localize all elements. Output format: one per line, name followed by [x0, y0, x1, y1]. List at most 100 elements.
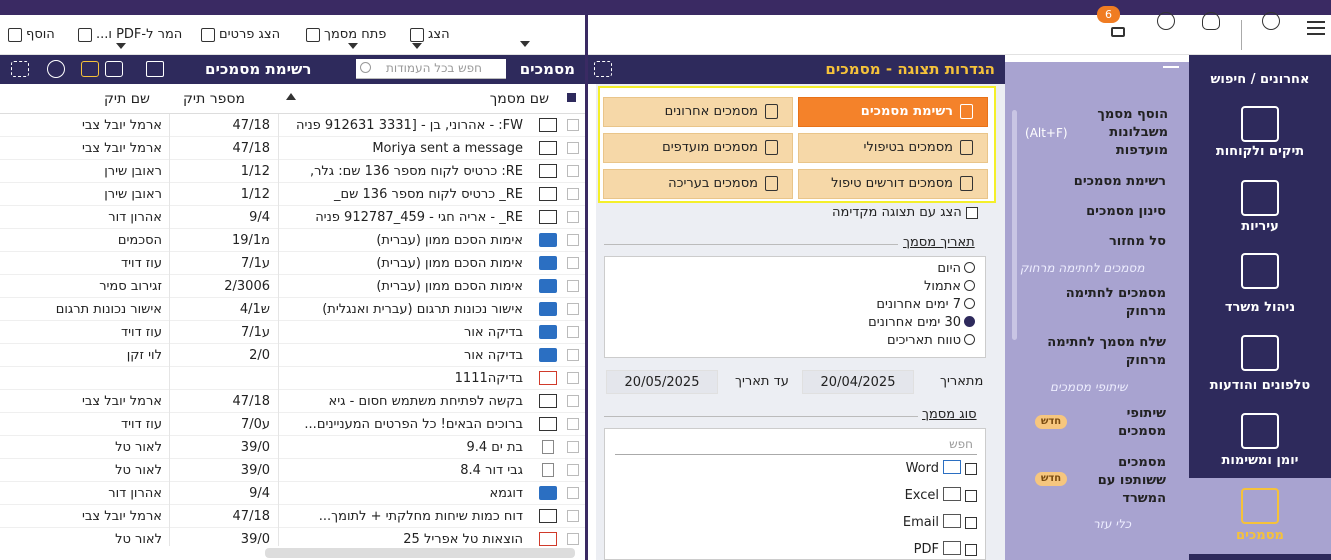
type-email[interactable]: Email: [903, 514, 977, 530]
type-excel[interactable]: Excel: [905, 487, 977, 503]
row-checkbox[interactable]: [567, 533, 579, 545]
menu-filter-documents[interactable]: סינון מסמכים: [1040, 203, 1166, 221]
preview-option[interactable]: הצג עם תצוגה מקדימה: [832, 205, 978, 220]
table-row[interactable]: FW: - אהרוני, בן - [3331 912631 פניה 47/1…: [0, 114, 585, 137]
search-all-columns-input[interactable]: חפש בכל העמודות: [356, 59, 506, 79]
row-checkbox[interactable]: [567, 395, 579, 407]
table-row[interactable]: Moriya sent a message 47/18 ארמל יובל צבי: [0, 137, 585, 160]
menu-share-documents[interactable]: שיתופי מסמכים: [1100, 405, 1166, 441]
type-excel-checkbox[interactable]: [965, 489, 977, 502]
table-row[interactable]: RE_ כרטיס לקוח מספר 136 שם_ 1/12 ראובן שיר…: [0, 183, 585, 206]
table-row[interactable]: בת ים 9.4 39/0 לאור טל: [0, 436, 585, 459]
app-nav-phones-messages[interactable]: טלפונים והודעות: [1189, 378, 1331, 393]
type-email-checkbox[interactable]: [965, 516, 977, 529]
row-checkbox[interactable]: [567, 510, 579, 522]
tile-favorite-documents[interactable]: מסמכים מועדפים: [603, 133, 793, 163]
app-nav-recent-search[interactable]: אחרונים / חיפוש: [1189, 72, 1331, 87]
tile-editing-documents[interactable]: מסמכים בעריכה: [603, 169, 793, 199]
date-option-today[interactable]: היום: [937, 261, 975, 276]
table-row[interactable]: בדיקה אור 2/0 לוי זקן: [0, 344, 585, 367]
row-checkbox[interactable]: [567, 234, 579, 246]
row-checkbox[interactable]: [567, 142, 579, 154]
tile-recent-documents[interactable]: מסמכים אחרונים: [603, 97, 793, 127]
radio-yesterday[interactable]: [964, 280, 975, 291]
app-nav-diary-tasks[interactable]: יומן ומשימות: [1189, 453, 1331, 468]
show-details-button[interactable]: הצג פרטים: [201, 27, 280, 42]
table-row[interactable]: דוגמא 9/4 אהרון דור: [0, 482, 585, 505]
table-row[interactable]: דוח כמות שיחות מחלקתי + לתומך... 47/18 ארמ…: [0, 505, 585, 528]
row-checkbox[interactable]: [567, 165, 579, 177]
radio-30-days[interactable]: [964, 316, 975, 327]
menu-shared-with-office[interactable]: מסמכים ששותפו עם המשרד: [1090, 454, 1166, 508]
table-row[interactable]: אימות הסכם ממון (עברית) מ19/1 הסכמים: [0, 229, 585, 252]
table-row[interactable]: בדיקה1111: [0, 367, 585, 390]
date-option-yesterday[interactable]: אתמול: [924, 279, 975, 294]
sort-ascending-icon[interactable]: [286, 93, 296, 100]
preview-checkbox[interactable]: [965, 206, 978, 219]
table-row[interactable]: אימות הסכם ממון (עברית) ע7/1 עוז דויד: [0, 252, 585, 275]
horizontal-scrollbar[interactable]: [265, 548, 575, 558]
date-option-7-days[interactable]: 7 ימים אחרונים: [876, 297, 975, 312]
unpin-icon[interactable]: [1163, 66, 1179, 82]
show-dropdown-caret[interactable]: [412, 43, 422, 49]
column-header-case-number[interactable]: מספר תיק: [183, 91, 245, 107]
select-all-checkbox[interactable]: [567, 93, 576, 102]
user-icon[interactable]: [1157, 12, 1175, 30]
settings-fullscreen-icon[interactable]: [594, 61, 612, 77]
app-nav-office-management[interactable]: ניהול משרד: [1189, 300, 1331, 315]
column-header-doc-name[interactable]: שם מסמך: [490, 91, 549, 107]
row-checkbox[interactable]: [567, 441, 579, 453]
table-row[interactable]: אימות הסכם ממון (עברית) 2/3006 זגירוב סמיר: [0, 275, 585, 298]
table-row[interactable]: RE: כרטיס לקוח מספר 136 שם: גלר, 1/12 ראוב…: [0, 160, 585, 183]
submenu-scrollbar[interactable]: [1012, 110, 1017, 340]
type-search-input[interactable]: חפש: [615, 435, 977, 455]
collapse-toolbar-icon[interactable]: [520, 41, 530, 47]
radio-today[interactable]: [964, 262, 975, 273]
row-checkbox[interactable]: [567, 188, 579, 200]
convert-pdf-button[interactable]: המר ל-PDF ו...: [78, 27, 182, 42]
menu-document-list[interactable]: רשימת מסמכים: [1040, 173, 1166, 191]
export-icon[interactable]: [146, 61, 164, 77]
radio-range[interactable]: [964, 334, 975, 345]
row-checkbox[interactable]: [567, 303, 579, 315]
app-nav-documents-active[interactable]: מסמכים: [1189, 478, 1331, 554]
tile-in-my-treatment[interactable]: מסמכים בטיפולי: [798, 133, 988, 163]
fullscreen-icon[interactable]: [11, 61, 29, 77]
table-row[interactable]: גבי דור 8.4 39/0 לאור טל: [0, 459, 585, 482]
row-checkbox[interactable]: [567, 211, 579, 223]
menu-recycle-bin[interactable]: סל מחזור: [1040, 233, 1166, 251]
menu-remote-sign-documents[interactable]: מסמכים לחתימה מרחוק: [1055, 285, 1166, 321]
row-checkbox[interactable]: [567, 372, 579, 384]
hamburger-menu-icon[interactable]: [1307, 27, 1325, 29]
row-checkbox[interactable]: [567, 349, 579, 361]
to-date-input[interactable]: 20/05/2025: [606, 370, 718, 394]
row-checkbox[interactable]: [567, 464, 579, 476]
column-header-case-name[interactable]: שם תיק: [104, 91, 150, 107]
open-document-button[interactable]: פתח מסמך: [306, 27, 386, 42]
table-row[interactable]: RE_ - אריה חגי - 459_912787 פניה 9/4 אהרון…: [0, 206, 585, 229]
grid-view-icon[interactable]: [81, 61, 99, 77]
date-option-30-days[interactable]: 30 ימים אחרונים: [868, 315, 975, 330]
row-checkbox[interactable]: [567, 280, 579, 292]
table-row[interactable]: בדיקה אור ע7/1 עוז דויד: [0, 321, 585, 344]
tile-need-treatment[interactable]: מסמכים דורשים טיפול: [798, 169, 988, 199]
gear-icon[interactable]: [47, 60, 65, 78]
row-checkbox[interactable]: [567, 487, 579, 499]
open-document-dropdown-caret[interactable]: [348, 43, 358, 49]
pane-divider[interactable]: [585, 15, 588, 560]
menu-add-from-templates[interactable]: הוסף מסמך משבלונות מועדפות: [1080, 106, 1168, 160]
table-row[interactable]: אישור נכונות תרגום (עברית ואנגלית) ש4/1 אי…: [0, 298, 585, 321]
megaphone-icon[interactable]: [1111, 27, 1125, 37]
table-row[interactable]: הוצאות טל אפריל 25 39/0 לאור טל: [0, 528, 585, 546]
type-pdf[interactable]: PDF: [914, 541, 977, 557]
add-button[interactable]: הוסף: [8, 27, 55, 42]
radio-7-days[interactable]: [964, 298, 975, 309]
app-nav-cities[interactable]: עיריות: [1189, 219, 1331, 234]
row-checkbox[interactable]: [567, 257, 579, 269]
row-checkbox[interactable]: [567, 418, 579, 430]
app-nav-cases-clients[interactable]: תיקים ולקוחות: [1189, 144, 1331, 159]
date-option-range[interactable]: טווח תאריכים: [887, 333, 975, 348]
table-row[interactable]: ברוכים הבאים! כל הפרטים המעניינים... ע7/0…: [0, 413, 585, 436]
app-nav-documents[interactable]: מסמכים: [1189, 528, 1331, 543]
convert-pdf-dropdown-caret[interactable]: [116, 43, 126, 49]
